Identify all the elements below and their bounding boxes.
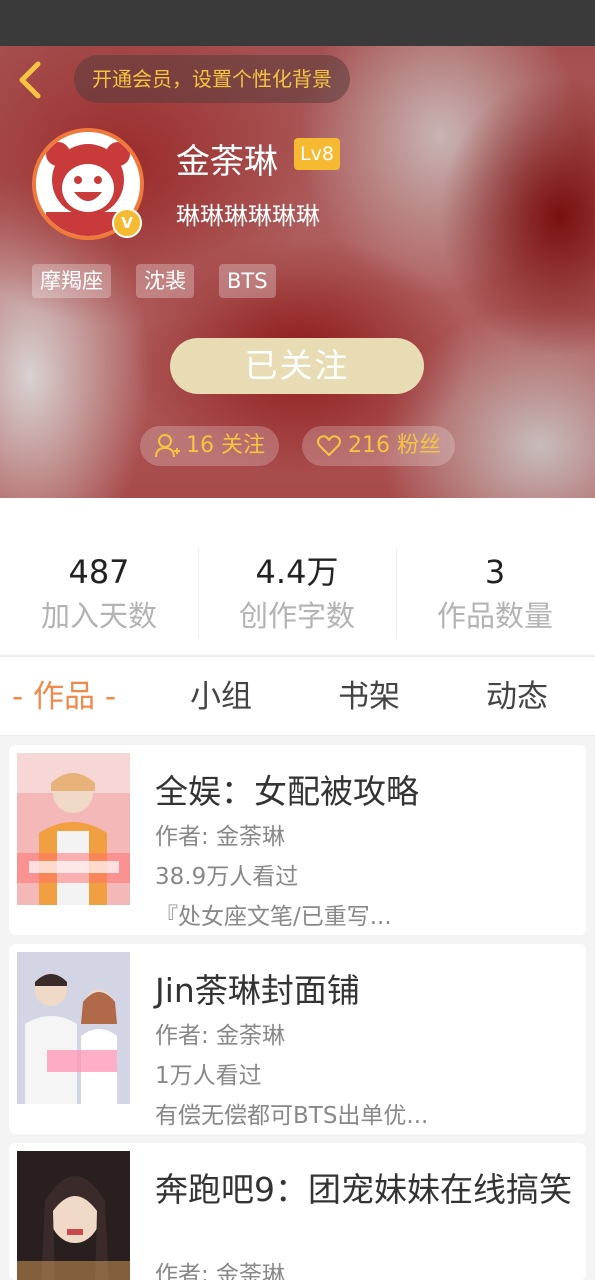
stats-panel: 487 加入天数 4.4万 创作字数 3 作品数量 [0,498,595,654]
work-title: 全娱：女配被攻略 [155,772,419,811]
profile-header: 开通会员，设置个性化背景 V 金荼琳 Lv8 琳琳琳琳琳琳 摩羯座 沈裴 BTS… [0,46,595,498]
stat-label: 加入天数 [40,599,157,633]
work-author: 作者: 金荼琳 [155,824,286,850]
tab-works[interactable]: - 作品 - [12,657,116,737]
work-author: 作者: 金荼琳 [155,1023,286,1049]
username: 金荼琳 [176,142,278,182]
work-author: 作者: 金荼琳 [155,1262,286,1280]
person-icon [155,434,180,458]
following-count: 16 关注 [186,433,265,458]
work-title: 奔跑吧9：团宠妹妹在线搞笑 [155,1170,572,1209]
back-button[interactable] [14,60,50,100]
work-card[interactable]: Jin荼琳封面铺 作者: 金荼琳 1万人看过 有偿无偿都可BTS出单优... [9,944,586,1134]
stat-join-days: 487 加入天数 [0,550,198,638]
book-cover [17,952,130,1104]
stat-word-count: 4.4万 创作字数 [198,550,396,638]
tab-bookshelf[interactable]: 书架 [338,657,400,737]
profile-tag: 摩羯座 [32,264,111,298]
work-title: Jin荼琳封面铺 [155,971,360,1010]
book-cover [17,753,130,905]
heart-icon [317,435,341,456]
status-bar [0,0,595,46]
stat-label: 作品数量 [436,599,553,633]
stat-value: 487 [68,553,130,591]
fans-button[interactable]: 216 粉丝 [302,426,455,466]
work-card[interactable]: 奔跑吧9：团宠妹妹在线搞笑 作者: 金荼琳 [9,1143,586,1280]
level-badge: Lv8 [294,138,340,170]
work-views: 38.9万人看过 [155,864,299,890]
profile-tag: 沈裴 [136,264,194,298]
follow-button[interactable]: 已关注 [170,338,424,394]
stat-works-count: 3 作品数量 [396,550,594,638]
following-button[interactable]: 16 关注 [140,426,279,466]
tab-bar: - 作品 - 小组 书架 动态 [0,656,595,736]
book-cover [17,1151,130,1280]
tab-groups[interactable]: 小组 [190,657,252,737]
work-description: 有偿无偿都可BTS出单优... [155,1103,429,1129]
work-card[interactable]: 全娱：女配被攻略 作者: 金荼琳 38.9万人看过 『处女座文笔/已重写... [9,745,586,935]
fans-count: 216 粉丝 [348,433,441,458]
profile-tag: BTS [219,264,276,298]
tab-activity[interactable]: 动态 [486,657,548,737]
work-views: 1万人看过 [155,1063,262,1089]
stat-label: 创作字数 [238,599,355,633]
stat-value: 3 [484,553,506,591]
stat-value: 4.4万 [255,553,339,591]
signature: 琳琳琳琳琳琳 [176,202,320,230]
verified-badge: V [112,208,142,238]
back-arrow-icon [19,61,41,99]
vip-background-button[interactable]: 开通会员，设置个性化背景 [74,55,350,103]
work-description: 『处女座文笔/已重写... [155,904,392,930]
